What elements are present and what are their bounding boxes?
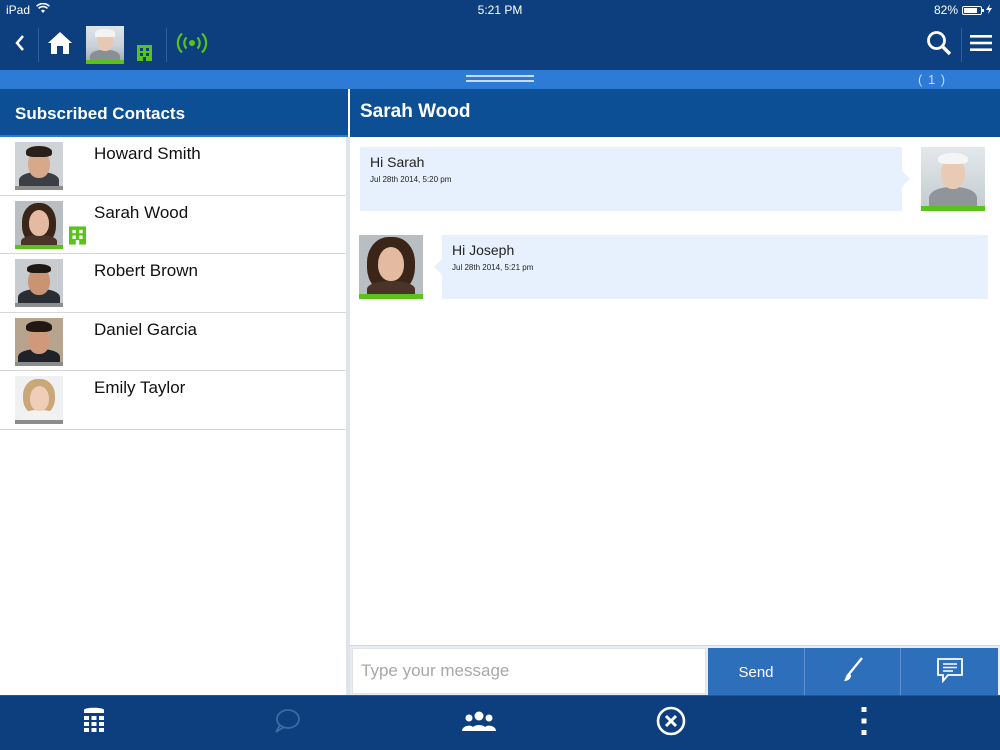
avatar xyxy=(15,200,63,249)
status-time: 5:21 PM xyxy=(477,3,523,17)
contact-name: Emily Taylor xyxy=(94,378,186,398)
battery-percent: 82% xyxy=(933,3,958,17)
conversation-title: Sarah Wood xyxy=(350,89,1000,137)
avatar xyxy=(359,235,423,299)
message-text: Hi Sarah xyxy=(370,154,425,170)
avatar xyxy=(15,142,63,190)
close-session-button[interactable] xyxy=(641,696,701,750)
search-icon xyxy=(926,30,952,61)
contacts-list: Howard Smith Sarah Wood Robert Brown Dan… xyxy=(0,137,346,695)
avatar xyxy=(921,147,985,211)
contacts-tab-button[interactable] xyxy=(449,696,509,750)
message-text: Hi Joseph xyxy=(452,242,515,258)
back-button[interactable] xyxy=(6,20,34,70)
more-vertical-icon xyxy=(860,706,868,741)
presence-status xyxy=(134,44,154,66)
my-avatar xyxy=(86,26,124,64)
my-profile-button[interactable] xyxy=(84,20,126,70)
bottom-navigation xyxy=(0,695,1000,750)
chat-tab-button[interactable] xyxy=(257,696,317,750)
contact-item-emily-taylor[interactable]: Emily Taylor xyxy=(0,371,346,430)
paintbrush-icon xyxy=(842,657,864,687)
battery-icon xyxy=(962,5,984,15)
toolbar-separator xyxy=(166,28,167,62)
message-timestamp: Jul 28th 2014, 5:20 pm xyxy=(370,175,452,184)
toolbar-separator xyxy=(38,28,39,62)
avatar xyxy=(15,317,63,366)
contact-item-robert-brown[interactable]: Robert Brown xyxy=(0,254,346,313)
contact-name: Howard Smith xyxy=(94,144,201,163)
contact-name: Sarah Wood xyxy=(94,202,189,222)
top-toolbar xyxy=(0,20,1000,70)
chat-bubble-icon xyxy=(936,657,964,687)
chevron-left-icon xyxy=(14,34,26,57)
dialpad-icon xyxy=(81,706,107,741)
contact-item-daniel-garcia[interactable]: Daniel Garcia xyxy=(0,313,346,372)
status-bar: iPad 5:21 PM 82% xyxy=(0,0,1000,20)
drag-handle xyxy=(466,80,534,82)
building-icon xyxy=(69,226,86,250)
message-input[interactable] xyxy=(352,648,706,694)
avatar xyxy=(15,376,63,425)
avatar xyxy=(15,259,63,308)
message-composer: Send xyxy=(350,645,1000,696)
dialpad-button[interactable] xyxy=(64,696,124,750)
broadcast-icon xyxy=(175,31,209,60)
close-circle-icon xyxy=(656,706,686,741)
chat-icon xyxy=(273,708,301,739)
building-icon xyxy=(136,44,152,66)
menu-button[interactable] xyxy=(964,20,998,70)
more-options-button[interactable] xyxy=(834,696,894,750)
contact-item-howard-smith[interactable]: Howard Smith xyxy=(0,137,346,196)
message-timestamp: Jul 28th 2014, 5:21 pm xyxy=(452,263,534,272)
panel-splitter[interactable]: ( 1 ) xyxy=(0,70,1000,89)
contact-name: Robert Brown xyxy=(94,261,198,281)
message-list: Hi Sarah Jul 28th 2014, 5:20 pm Hi Josep… xyxy=(350,137,1000,645)
contact-name: Daniel Garcia xyxy=(94,319,197,339)
unread-count: ( 1 ) xyxy=(918,72,947,87)
charging-icon xyxy=(986,3,992,17)
group-icon xyxy=(461,710,497,737)
draw-button[interactable] xyxy=(805,648,901,696)
app-window: iPad 5:21 PM 82% (1) Subscribed Contac… xyxy=(0,0,1000,750)
drag-handle xyxy=(466,75,534,77)
search-button[interactable] xyxy=(920,20,958,70)
status-right: 82% xyxy=(934,3,992,17)
message-outgoing: Hi Sarah Jul 28th 2014, 5:20 pm xyxy=(360,147,910,211)
contact-item-sarah-wood[interactable]: Sarah Wood xyxy=(0,196,346,255)
battery-fill xyxy=(964,7,978,13)
toolbar-separator xyxy=(961,28,962,62)
contacts-header: Subscribed Contacts xyxy=(0,89,348,137)
message-incoming: Hi Joseph Jul 28th 2014, 5:21 pm xyxy=(434,235,988,299)
connection-status-button[interactable] xyxy=(172,20,212,70)
chat-options-button[interactable] xyxy=(901,648,998,696)
hamburger-menu-icon xyxy=(970,34,992,57)
home-button[interactable] xyxy=(42,20,78,70)
send-button[interactable]: Send xyxy=(708,648,805,696)
home-icon xyxy=(47,30,73,61)
